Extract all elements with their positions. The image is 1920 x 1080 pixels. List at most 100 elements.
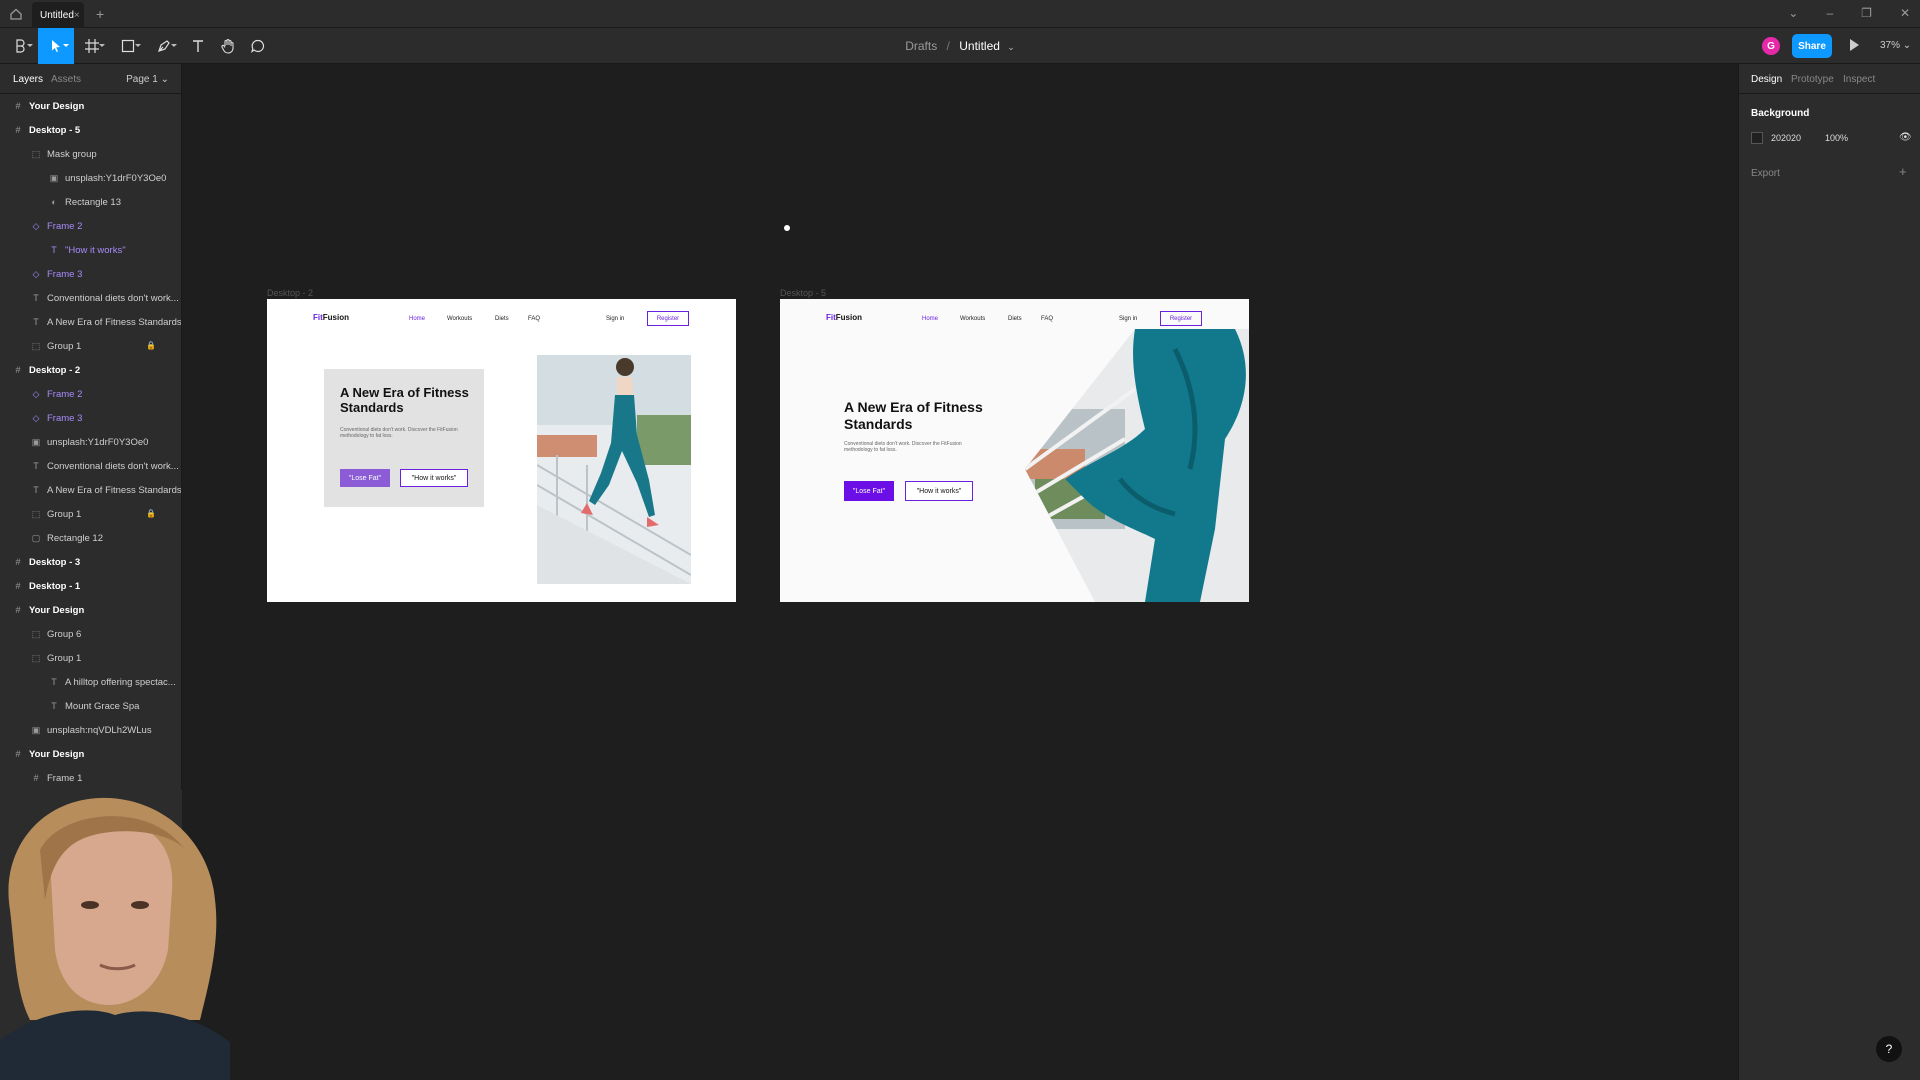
layer-name: Group 6 <box>47 629 82 640</box>
layer-row[interactable]: # Your Design <box>0 94 181 118</box>
layer-row[interactable]: T "How it works" <box>0 238 181 262</box>
tab-assets[interactable]: Assets <box>51 74 81 85</box>
how-it-works-button: "How it works" <box>905 481 973 501</box>
add-export-icon[interactable]: + <box>1899 164 1907 179</box>
avatar[interactable]: G <box>1762 37 1780 55</box>
logo: FitFusion <box>313 313 349 322</box>
layer-row[interactable]: # Desktop - 1 <box>0 574 181 598</box>
image-layer-icon: ▣ <box>49 173 59 183</box>
right-panel-tabs: Design Prototype Inspect <box>1739 64 1920 94</box>
tab-inspect[interactable]: Inspect <box>1843 74 1875 85</box>
layer-row[interactable]: ⬚ Group 1 🔒 <box>0 502 181 526</box>
layer-row[interactable]: T Mount Grace Spa <box>0 694 181 718</box>
zoom-level[interactable]: 37% ⌄ <box>1880 40 1911 51</box>
layer-name: Your Design <box>29 605 85 616</box>
layer-row[interactable]: ⬚ Mask group <box>0 142 181 166</box>
layer-row[interactable]: # Desktop - 5 <box>0 118 181 142</box>
left-panel-tabs: Layers Assets Page 1 ⌄ <box>0 64 181 94</box>
frame-label[interactable]: Desktop - 2 <box>267 288 313 298</box>
layer-row[interactable]: T Conventional diets don't work... <box>0 454 181 478</box>
nav-diets: Diets <box>1008 316 1022 322</box>
canvas[interactable]: Desktop - 2 FitFusion Home Workouts Diet… <box>182 64 1738 1080</box>
nav-home: Home <box>409 316 426 322</box>
group-layer-icon: ⬚ <box>31 149 41 159</box>
export-heading: Export <box>1751 168 1780 179</box>
layer-row[interactable]: T Conventional diets don't work... <box>0 286 181 310</box>
restore-icon[interactable]: ❐ <box>1861 6 1872 20</box>
share-button[interactable]: Share <box>1792 34 1832 58</box>
background-heading: Background <box>1751 108 1810 119</box>
breadcrumb: Drafts / Untitled ⌄ <box>0 39 1920 53</box>
desktop-5-frame[interactable]: FitFusion Home Workouts Diets FAQ Sign i… <box>780 299 1249 602</box>
image-layer-icon: ▣ <box>31 437 41 447</box>
layer-name: Group 1 <box>47 653 82 664</box>
logo-fusion: Fusion <box>322 313 349 322</box>
file-tab[interactable]: Untitled × <box>32 2 84 28</box>
layer-row[interactable]: # Your Design <box>0 598 181 622</box>
layer-row[interactable]: # Frame 1 <box>0 766 181 790</box>
component-layer-icon: ◇ <box>32 221 40 231</box>
breadcrumb-drafts[interactable]: Drafts <box>905 39 937 53</box>
layer-name: unsplash:Y1drF0Y3Oe0 <box>47 437 149 448</box>
lock-icon[interactable]: 🔒 <box>146 509 156 518</box>
background-opacity-input[interactable]: 100% <box>1825 133 1848 143</box>
layer-row[interactable]: ◇ Frame 3 <box>0 262 181 286</box>
component-layer-icon: ◇ <box>32 413 40 423</box>
frame-layer-icon: # <box>15 101 21 111</box>
layer-row[interactable]: ▢ Rectangle 12 <box>0 526 181 550</box>
layer-row[interactable]: # Desktop - 3 <box>0 550 181 574</box>
layer-row[interactable]: ⬚ Group 6 <box>0 622 181 646</box>
help-button[interactable]: ? <box>1876 1036 1902 1062</box>
background-hex-input[interactable]: 202020 <box>1771 133 1801 143</box>
register-button: Register <box>647 311 689 326</box>
layer-name: unsplash:nqVDLh2WLus <box>47 725 152 736</box>
frame-label[interactable]: Desktop - 5 <box>780 288 826 298</box>
layer-name: Mask group <box>47 149 97 160</box>
close-window-icon[interactable]: ✕ <box>1900 6 1910 20</box>
present-play-icon[interactable] <box>1850 39 1859 51</box>
background-color-swatch[interactable] <box>1751 132 1763 144</box>
layer-name: Rectangle 13 <box>65 197 121 208</box>
chevron-down-icon[interactable]: ⌄ <box>1007 42 1015 52</box>
visibility-eye-icon[interactable]: 👁 <box>1899 132 1912 143</box>
tab-layers[interactable]: Layers <box>13 74 43 85</box>
layer-row[interactable]: ▣ unsplash:nqVDLh2WLus <box>0 718 181 742</box>
tab-design[interactable]: Design <box>1751 74 1782 85</box>
minimize-icon[interactable]: – <box>1826 6 1833 20</box>
register-button: Register <box>1160 311 1202 326</box>
nav-sign-in: Sign in <box>606 316 625 322</box>
page-selector[interactable]: Page 1 ⌄ <box>126 74 169 85</box>
layer-row[interactable]: # Desktop - 2 <box>0 358 181 382</box>
text-layer-icon: T <box>51 701 57 711</box>
file-name[interactable]: Untitled <box>959 39 1000 53</box>
layer-row[interactable]: ▣ unsplash:Y1drF0Y3Oe0 <box>0 166 181 190</box>
layer-row[interactable]: ▣ unsplash:Y1drF0Y3Oe0 <box>0 430 181 454</box>
how-it-works-button: "How it works" <box>400 469 468 487</box>
layer-row[interactable]: # Your Design <box>0 742 181 766</box>
layer-row[interactable]: ⬚ Group 1 <box>0 646 181 670</box>
frame-layer-icon: # <box>15 605 21 615</box>
layer-row[interactable]: ◇ Frame 2 <box>0 214 181 238</box>
layer-name: unsplash:Y1drF0Y3Oe0 <box>65 173 167 184</box>
text-layer-icon: T <box>33 293 39 303</box>
text-layer-icon: T <box>51 245 57 255</box>
close-tab-icon[interactable]: × <box>74 10 80 21</box>
layer-row[interactable]: T A New Era of Fitness Standards <box>0 310 181 334</box>
rect-layer-icon: ▢ <box>31 533 41 543</box>
hero-headline: A New Era of Fitness Standards <box>844 399 983 432</box>
layer-row[interactable]: T A New Era of Fitness Standards <box>0 478 181 502</box>
layer-row[interactable]: ◐ Rectangle 13 <box>0 190 181 214</box>
component-layer-icon: ◇ <box>32 389 40 399</box>
logo-fusion: Fusion <box>835 313 862 322</box>
new-tab-button[interactable]: + <box>96 6 104 22</box>
layer-row[interactable]: ◇ Frame 2 <box>0 382 181 406</box>
layer-row[interactable]: ⬚ Group 1 🔒 <box>0 334 181 358</box>
layer-row[interactable]: ◇ Frame 3 <box>0 406 181 430</box>
lock-icon[interactable]: 🔒 <box>146 341 156 350</box>
home-icon[interactable] <box>8 6 24 22</box>
layer-name: Conventional diets don't work... <box>47 293 179 304</box>
layer-row[interactable]: T A hilltop offering spectac... <box>0 670 181 694</box>
desktop-2-frame[interactable]: FitFusion Home Workouts Diets FAQ Sign i… <box>267 299 736 602</box>
tab-prototype[interactable]: Prototype <box>1791 74 1834 85</box>
chevron-down-icon[interactable]: ⌄ <box>1788 6 1798 20</box>
